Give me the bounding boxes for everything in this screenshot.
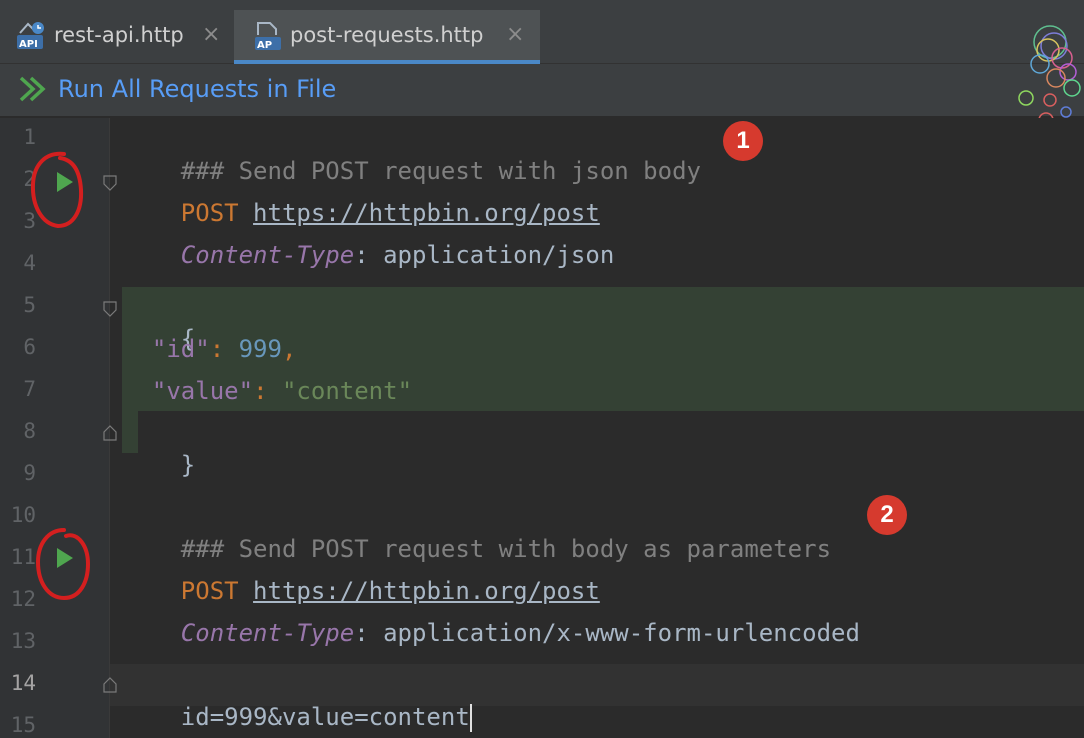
json-number: 999 xyxy=(238,335,282,363)
line-number: 4 xyxy=(23,251,36,275)
line-number: 7 xyxy=(23,377,36,401)
line-number-current: 14 xyxy=(10,671,36,695)
header-colon: : xyxy=(354,619,369,647)
json-key: "id" xyxy=(151,335,210,363)
line-number: 5 xyxy=(23,293,36,317)
editor-tab-bar: API rest-api.http × AP post-requests.htt… xyxy=(0,0,1084,64)
annotation-circle xyxy=(35,528,91,601)
code-line-7: "value": "content" xyxy=(123,375,412,407)
line-number: 8 xyxy=(23,419,36,443)
line-number: 10 xyxy=(10,503,36,527)
fold-marker-icon[interactable] xyxy=(102,300,118,318)
json-string: "content" xyxy=(281,377,413,405)
text-caret xyxy=(469,704,472,732)
file-icon-text: AP xyxy=(257,40,272,51)
code-line-3: Content-Type: application/json xyxy=(123,207,614,303)
fold-end-marker-icon[interactable] xyxy=(102,424,118,442)
run-all-label: Run All Requests in File xyxy=(58,75,337,103)
code-line-12: Content-Type: application/x-www-form-url… xyxy=(123,585,860,681)
code-line-6: "id": 999, xyxy=(123,333,297,365)
line-number: 12 xyxy=(10,587,36,611)
tab-label: post-requests.http xyxy=(290,23,484,47)
header-name: Content-Type xyxy=(180,619,355,647)
line-number: 9 xyxy=(23,461,36,485)
fold-marker-icon[interactable] xyxy=(102,174,118,192)
tab-post-requests[interactable]: AP post-requests.http × xyxy=(234,10,540,64)
json-colon: : xyxy=(253,377,282,405)
annotation-badge: 1 xyxy=(723,121,763,161)
run-all-requests-button[interactable]: Run All Requests in File xyxy=(18,74,336,104)
tab-rest-api[interactable]: API rest-api.http × xyxy=(0,10,234,64)
json-colon: : xyxy=(209,335,239,363)
run-all-icon xyxy=(19,76,46,102)
json-key: "value" xyxy=(151,377,254,405)
line-number: 15 xyxy=(10,713,36,737)
header-value: application/x-www-form-urlencoded xyxy=(368,619,860,647)
tab-label: rest-api.http xyxy=(54,23,184,47)
http-client-toolbar: Run All Requests in File xyxy=(0,64,1084,117)
header-value: application/json xyxy=(368,241,615,269)
code-editor[interactable]: 1 2 3 4 5 6 7 8 9 10 11 12 13 14 15 ### … xyxy=(0,118,1084,738)
http-file-icon: AP xyxy=(255,22,281,51)
header-name: Content-Type xyxy=(180,241,355,269)
line-number: 6 xyxy=(23,335,36,359)
close-icon[interactable]: × xyxy=(202,22,220,47)
header-colon: : xyxy=(354,241,369,269)
code-line-14: id=999&value=content xyxy=(123,669,472,738)
form-body: id=999&value=content xyxy=(180,703,470,731)
line-number: 11 xyxy=(10,545,36,569)
http-file-icon: API xyxy=(17,22,44,50)
annotation-badge: 2 xyxy=(867,495,907,535)
code-line-8: } xyxy=(123,417,195,513)
close-icon[interactable]: × xyxy=(506,22,524,47)
fold-end-marker-icon[interactable] xyxy=(102,676,118,694)
line-number: 1 xyxy=(23,125,36,149)
line-number: 13 xyxy=(10,629,36,653)
json-comma: , xyxy=(281,335,297,363)
file-icon-text: API xyxy=(19,39,38,50)
annotation-circle xyxy=(30,151,84,229)
json-close-brace: } xyxy=(180,451,196,479)
